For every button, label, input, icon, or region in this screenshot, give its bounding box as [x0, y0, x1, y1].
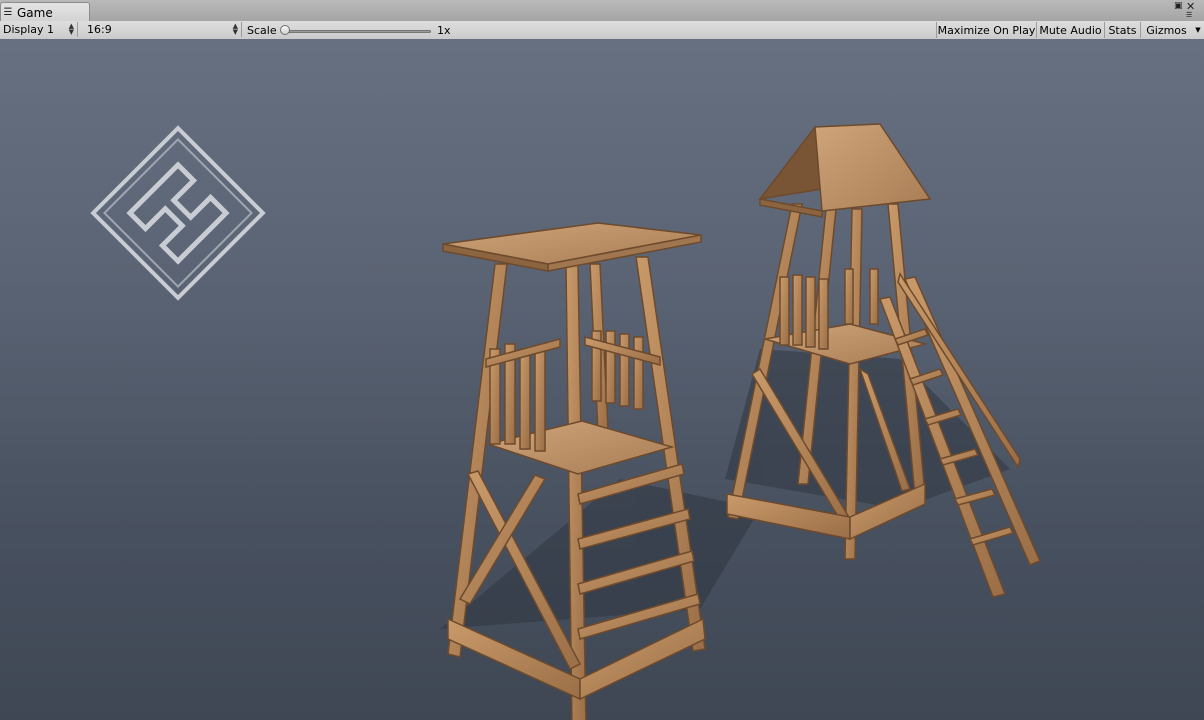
gizmos-dropdown-icon[interactable]: ▼ [1192, 22, 1204, 38]
gizmos-button[interactable]: Gizmos [1140, 22, 1192, 38]
tab-game-label: Game [17, 5, 53, 20]
aspect-dropdown-label: 16:9 [87, 23, 112, 36]
game-toolbar: Display 1 ▲ ▼ 16:9 ▲ ▼ Scale 1x Maximize O… [0, 21, 1204, 40]
panel-menu-icon[interactable]: ☰ [1186, 11, 1192, 19]
display-dropdown[interactable]: Display 1 ▲ ▼ [0, 22, 78, 37]
aspect-dropdown[interactable]: 16:9 ▲ ▼ [84, 22, 242, 37]
window-controls: ▣ ✕ ☰ [1174, 0, 1200, 21]
scale-slider-thumb[interactable] [280, 25, 290, 35]
logo-emblem [90, 125, 266, 301]
mute-audio-label: Mute Audio [1039, 23, 1102, 37]
scale-label: Scale [247, 24, 277, 37]
unity-game-icon: ☰ [3, 7, 13, 18]
dropdown-arrows-icon: ▲ ▼ [232, 22, 238, 36]
game-viewport[interactable] [0, 39, 1204, 720]
scale-slider-track[interactable] [284, 30, 431, 33]
dropdown-arrows-icon: ▲ ▼ [68, 22, 74, 36]
mute-audio-button[interactable]: Mute Audio [1036, 22, 1104, 38]
scale-value: 1x [437, 24, 451, 37]
window-tab-bar: ☰ Game ▣ ✕ ☰ [0, 0, 1204, 22]
watchtower-flat-roof [442, 222, 706, 720]
gizmos-label: Gizmos [1146, 23, 1187, 37]
maximize-on-play-button[interactable]: Maximize On Play [936, 22, 1036, 38]
maximize-on-play-label: Maximize On Play [937, 23, 1036, 37]
stats-label: Stats [1108, 23, 1137, 37]
tab-game[interactable]: ☰ Game [0, 2, 90, 22]
display-dropdown-label: Display 1 [3, 23, 55, 36]
stats-button[interactable]: Stats [1104, 22, 1140, 38]
scene-render [90, 123, 1041, 720]
maximize-icon[interactable]: ▣ [1174, 1, 1183, 11]
